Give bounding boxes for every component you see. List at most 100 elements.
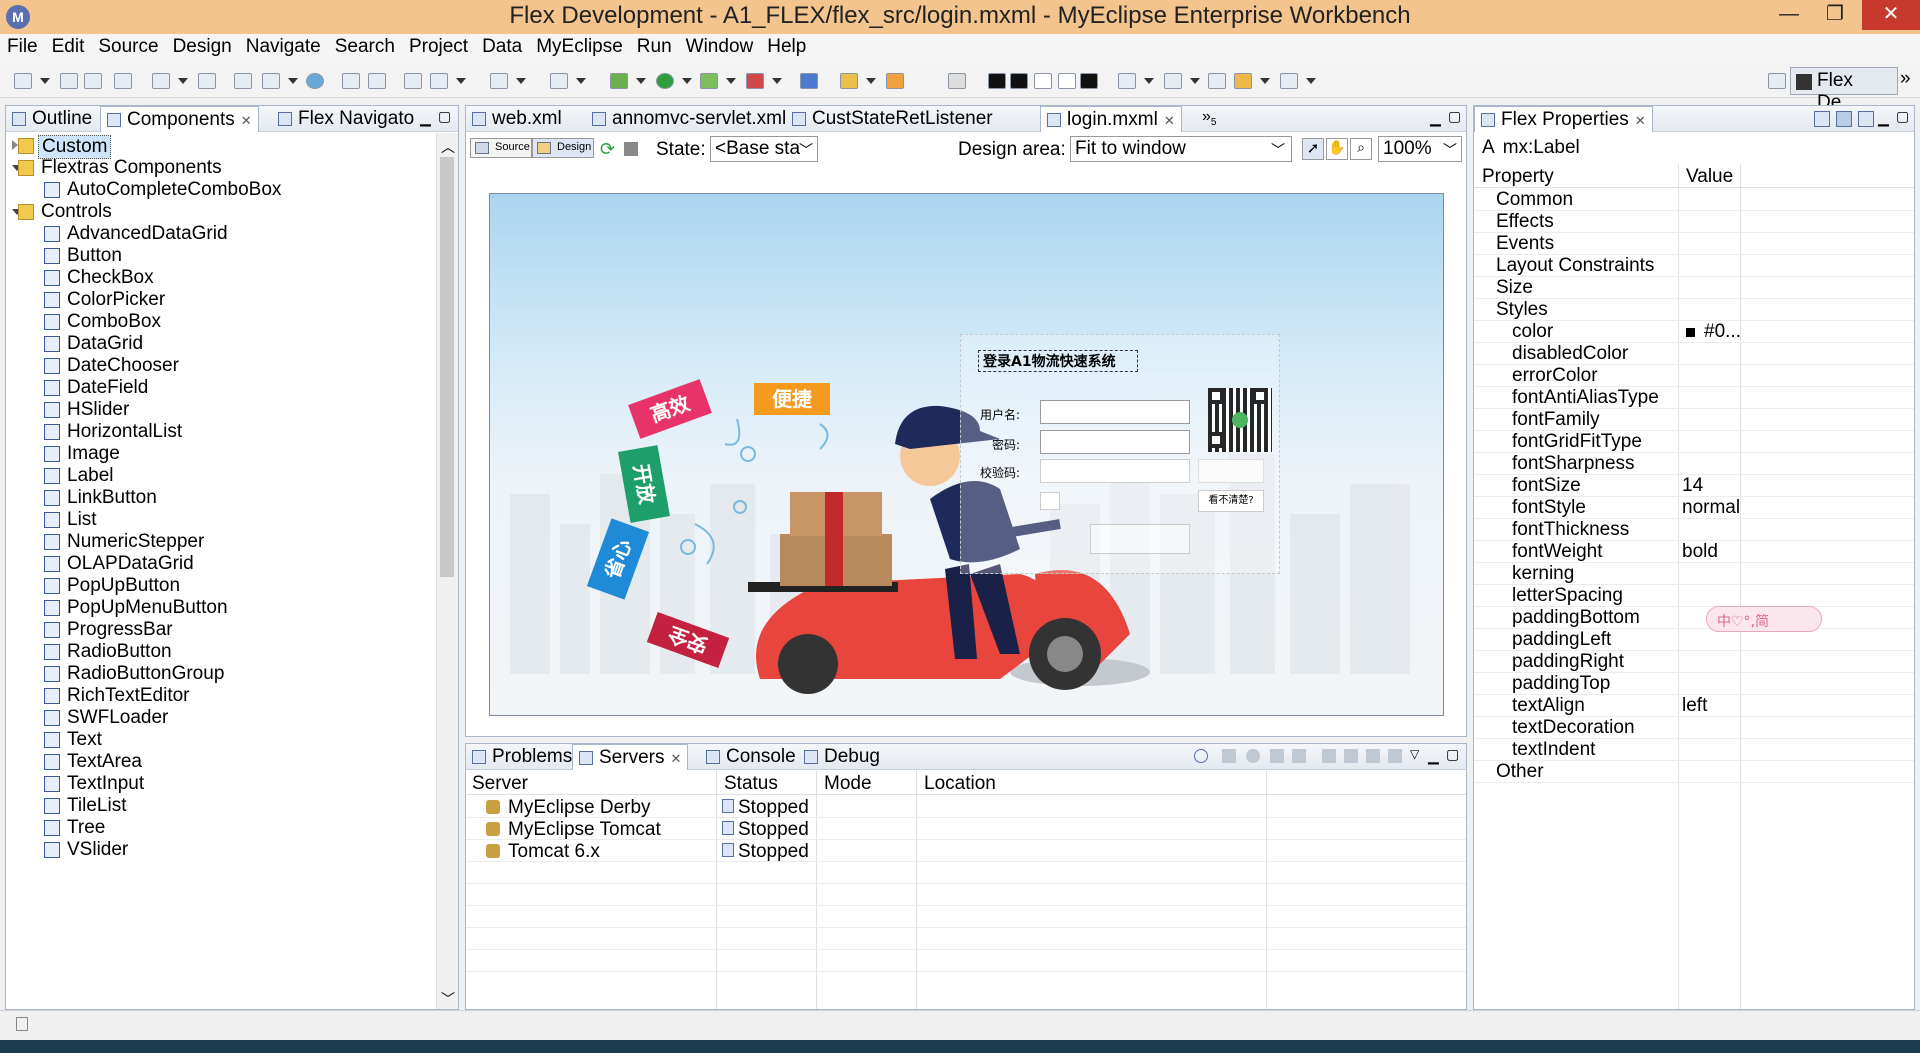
property-row[interactable]: fontFamily [1474,409,1914,431]
editor-tab-overflow[interactable]: »5 [1202,108,1216,128]
marker-icon[interactable] [840,73,858,89]
pen-icon[interactable] [948,73,966,89]
refresh-icon[interactable] [368,73,386,89]
start-server-icon[interactable] [1246,749,1260,763]
new-project-icon[interactable] [234,73,252,89]
menu-design[interactable]: Design [166,34,239,60]
copy-icon[interactable] [1366,749,1380,763]
menu-edit[interactable]: Edit [45,34,92,60]
print-icon[interactable] [114,73,132,89]
maximize-button[interactable]: ❐ [1812,0,1858,30]
tab-console[interactable]: Console [700,744,802,770]
maximize-view-icon[interactable]: ▢ [1448,108,1461,125]
tree-item[interactable]: TileList [6,795,436,817]
captcha-image[interactable] [1198,459,1264,483]
tab-outline[interactable]: Outline [6,106,98,132]
tree-item[interactable]: Label [6,465,436,487]
property-value[interactable]: bold [1682,541,1718,563]
tree-item[interactable]: DataGrid [6,333,436,355]
property-row[interactable]: fontGridFitType [1474,431,1914,453]
tree-item[interactable]: AutoCompleteComboBox [6,179,436,201]
tree-item[interactable]: Tree [6,817,436,839]
column-status[interactable]: Status [724,773,778,795]
zoom-mode-icon[interactable]: ⌕ [1350,138,1372,160]
tab-annomvc-servlet[interactable]: annomvc-servlet.xml [586,106,792,132]
table-row[interactable]: MyEclipse Tomcat Stopped [466,818,1466,840]
tree-item[interactable]: NumericStepper [6,531,436,553]
property-category[interactable]: Size [1474,277,1914,299]
back-icon[interactable] [1234,73,1252,89]
property-category[interactable]: Styles [1474,299,1914,321]
table-row[interactable]: MyEclipse Derby Stopped [466,796,1466,818]
tab-components[interactable]: Components ✕ [100,106,259,132]
open-perspective-icon[interactable] [1768,73,1786,89]
minimize-view-icon[interactable]: ▁ [1878,110,1889,127]
profile-server-icon[interactable] [1270,749,1284,763]
property-row[interactable]: paddingBottom [1474,607,1914,629]
ime-widget[interactable]: 中♡°,简 [1706,606,1822,632]
property-row[interactable]: paddingTop [1474,673,1914,695]
login-title-label[interactable]: 登录A1物流快速系统 [978,350,1138,372]
tree-item[interactable]: ComboBox [6,311,436,333]
property-value[interactable]: #0... [1704,321,1741,343]
publish-icon[interactable] [1322,749,1336,763]
tree-item[interactable]: ColorPicker [6,289,436,311]
tab-web-xml[interactable]: web.xml [466,106,568,132]
align-icon-5[interactable] [1080,73,1098,89]
menu-source[interactable]: Source [91,34,165,60]
link-icon[interactable] [1194,749,1208,763]
alphabetical-view-icon[interactable] [1858,111,1874,127]
globe-icon[interactable] [306,73,324,89]
tab-problems[interactable]: Problems [466,744,578,770]
close-tab-icon[interactable]: ✕ [670,751,681,766]
close-tab-icon[interactable]: ✕ [241,113,252,128]
run-icon[interactable] [656,73,674,89]
pan-mode-icon[interactable]: ✋ [1326,138,1348,160]
column-server[interactable]: Server [472,773,528,795]
debug-server-icon[interactable] [1222,749,1236,763]
tree-item[interactable]: AdvancedDataGrid [6,223,436,245]
menu-myeclipse[interactable]: MyEclipse [529,34,630,60]
scroll-up-icon[interactable]: ︿ [441,137,455,157]
captcha-input[interactable] [1040,459,1190,483]
maximize-view-icon[interactable]: ▢ [1896,108,1909,125]
tree-item[interactable]: DateChooser [6,355,436,377]
zoom-select[interactable]: 100% ﹀ [1378,136,1462,162]
property-category[interactable]: Common [1474,189,1914,211]
property-row[interactable]: paddingLeft [1474,629,1914,651]
perspective-overflow[interactable]: » [1900,68,1911,90]
last-edit-icon[interactable] [1208,73,1226,89]
property-row[interactable]: errorColor [1474,365,1914,387]
window-icon[interactable] [490,73,508,89]
minimize-button[interactable]: — [1766,0,1812,30]
property-row[interactable]: letterSpacing [1474,585,1914,607]
tree-item[interactable]: HorizontalList [6,421,436,443]
column-location[interactable]: Location [924,773,996,795]
property-category[interactable]: Layout Constraints [1474,255,1914,277]
minimize-view-icon[interactable]: ▁ [420,110,431,127]
design-area-select[interactable]: Fit to window ﹀ [1070,136,1292,162]
tab-flex-navigator[interactable]: Flex Navigato [272,106,420,132]
close-button[interactable]: ✕ [1862,0,1920,30]
password-input[interactable] [1040,430,1190,454]
tree-item[interactable]: LinkButton [6,487,436,509]
save-all-icon[interactable] [84,73,102,89]
new-icon[interactable] [14,73,32,89]
property-value[interactable]: 14 [1682,475,1703,497]
minimize-view-icon[interactable]: ▁ [1430,110,1441,127]
save-icon[interactable] [60,73,78,89]
column-mode[interactable]: Mode [824,773,872,795]
menu-file[interactable]: File [0,34,45,60]
tree-item[interactable]: RadioButton [6,641,436,663]
property-row[interactable]: kerning [1474,563,1914,585]
tree-item[interactable]: List [6,509,436,531]
new-file-icon[interactable] [262,73,280,89]
property-row[interactable]: textAlign left [1474,695,1914,717]
maximize-view-icon[interactable]: ▢ [1446,746,1459,763]
tab-login-mxml[interactable]: login.mxml ✕ [1040,106,1182,132]
tab-custstate[interactable]: CustStateRetListener [786,106,999,132]
tab-flex-properties[interactable]: Flex Properties ✕ [1474,106,1653,132]
scroll-thumb[interactable] [440,157,454,577]
tree-folder[interactable]: Flextras Components [6,157,436,179]
search-icon[interactable] [430,73,448,89]
